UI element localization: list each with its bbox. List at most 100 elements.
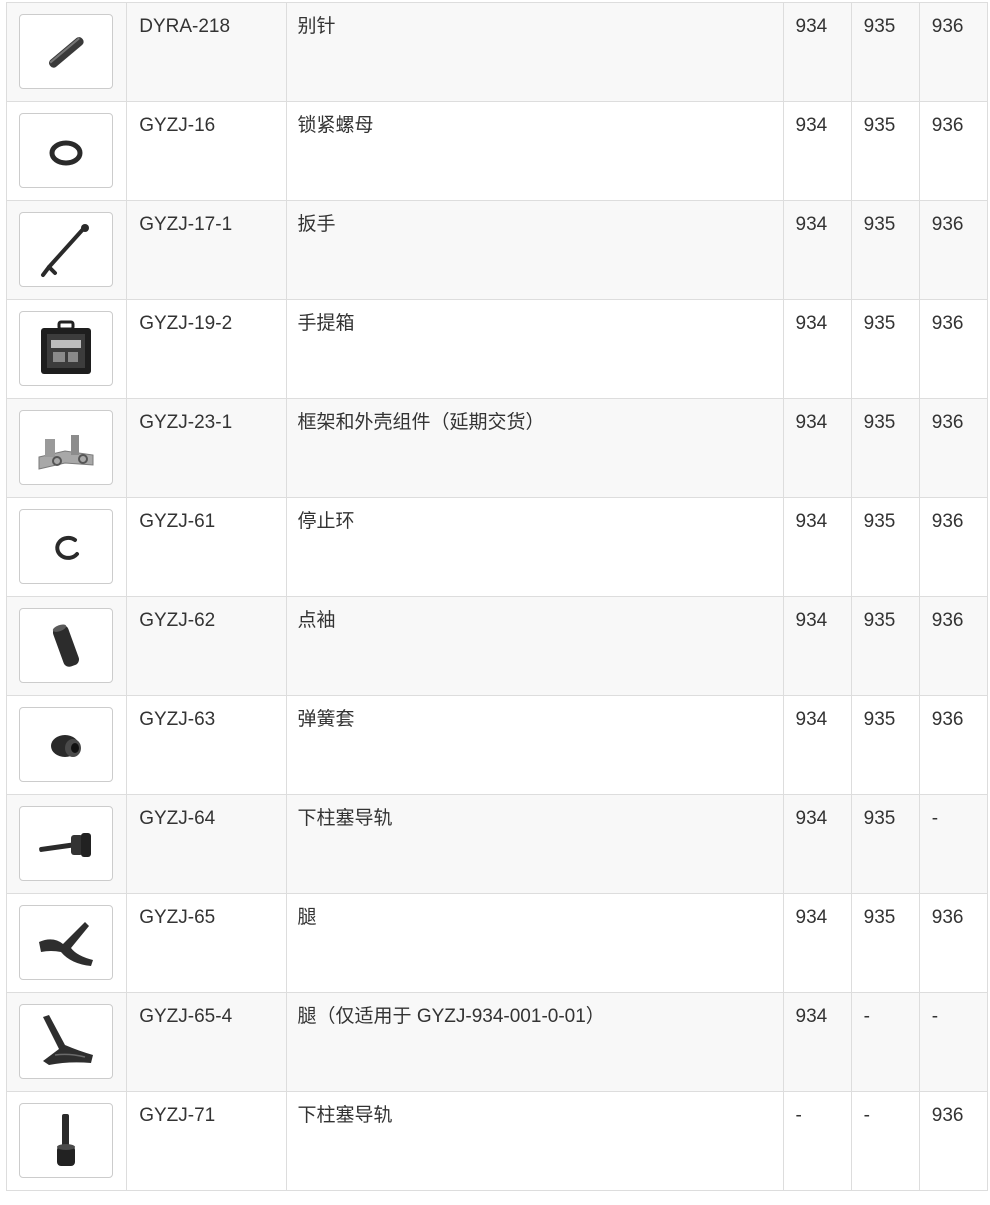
model-936-cell: - [918, 794, 989, 894]
model-936-value: 936 [931, 412, 964, 433]
model-934-value: 934 [795, 313, 828, 334]
model-936-cell: 936 [918, 398, 989, 498]
thumbnail-cell [5, 200, 128, 300]
part-name-cell: 腿（仅适用于 GYZJ-934-001-0-01） [285, 992, 784, 1092]
model-934-cell: - [782, 1091, 852, 1191]
part-name: 别针 [297, 16, 336, 37]
part-name-cell: 手提箱 [285, 299, 784, 399]
part-name-cell: 别针 [285, 2, 784, 102]
part-name-cell: 点袖 [285, 596, 784, 696]
part-code: GYZJ-16 [139, 115, 216, 136]
model-934-cell: 934 [782, 299, 852, 399]
part-code-cell: GYZJ-65-4 [126, 992, 287, 1092]
model-934-value: - [795, 1105, 802, 1126]
carry-case-icon [41, 320, 91, 374]
model-934-cell: 934 [782, 893, 852, 993]
part-code-cell: GYZJ-71 [126, 1091, 287, 1191]
model-936-value: - [931, 1006, 939, 1027]
thumbnail-cell [5, 893, 128, 993]
plunger-guide-icon [39, 832, 91, 857]
model-935-cell: 935 [850, 596, 920, 696]
part-name: 锁紧螺母 [297, 115, 374, 136]
part-thumbnail[interactable] [19, 806, 113, 881]
part-code: GYZJ-19-2 [139, 313, 233, 334]
table-row: GYZJ-16 锁紧螺母 934 935 936 [5, 101, 989, 201]
model-935-cell: 935 [850, 398, 920, 498]
model-934-cell: 934 [782, 497, 852, 597]
model-934-value: 934 [795, 214, 828, 235]
lock-nut-icon [49, 140, 83, 165]
model-936-cell: 936 [918, 1091, 989, 1191]
thumbnail-cell [5, 2, 128, 102]
parts-table-body: DYRA-218 别针 934 935 936 GYZJ-16 锁紧螺母 934… [5, 2, 989, 1191]
part-code-cell: GYZJ-65 [126, 893, 287, 993]
model-934-value: 934 [795, 412, 828, 433]
part-thumbnail[interactable] [19, 608, 113, 683]
model-935-value: 935 [863, 808, 896, 829]
thumbnail-cell [5, 794, 128, 894]
model-935-value: 935 [863, 214, 896, 235]
thumbnail-cell [5, 299, 128, 399]
part-thumbnail[interactable] [19, 1103, 113, 1178]
model-936-value: 936 [931, 511, 964, 532]
part-name: 扳手 [297, 214, 336, 235]
model-935-cell: 935 [850, 200, 920, 300]
part-thumbnail[interactable] [19, 14, 113, 89]
thumbnail-cell [5, 596, 128, 696]
model-935-cell: 935 [850, 101, 920, 201]
model-935-value: 935 [863, 412, 896, 433]
part-thumbnail[interactable] [19, 1004, 113, 1079]
plunger-guide-vertical-icon [57, 1113, 75, 1166]
part-thumbnail[interactable] [19, 311, 113, 386]
model-936-value: 936 [931, 16, 964, 37]
model-935-value: 935 [863, 511, 896, 532]
model-936-value: 936 [931, 1105, 964, 1126]
model-936-value: 936 [931, 709, 964, 730]
part-name: 手提箱 [297, 313, 355, 334]
part-name: 腿（仅适用于 GYZJ-934-001-0-01） [297, 1006, 605, 1027]
model-936-cell: 936 [918, 497, 989, 597]
table-row: GYZJ-65 腿 934 935 936 [5, 893, 989, 993]
pin-icon [48, 36, 84, 68]
table-row: GYZJ-63 弹簧套 934 935 936 [5, 695, 989, 795]
model-934-value: 934 [795, 808, 828, 829]
model-934-value: 934 [795, 16, 828, 37]
part-thumbnail[interactable] [19, 212, 113, 287]
part-thumbnail[interactable] [19, 410, 113, 485]
model-935-value: 935 [863, 709, 896, 730]
part-thumbnail[interactable] [19, 113, 113, 188]
model-934-value: 934 [795, 511, 828, 532]
table-row: GYZJ-61 停止环 934 935 936 [5, 497, 989, 597]
model-935-cell: 935 [850, 893, 920, 993]
spring-sleeve-icon [51, 734, 81, 757]
part-thumbnail[interactable] [19, 509, 113, 584]
table-row: GYZJ-64 下柱塞导轨 934 935 - [5, 794, 989, 894]
table-row: DYRA-218 别针 934 935 936 [5, 2, 989, 102]
model-934-cell: 934 [782, 794, 852, 894]
leg-icon [39, 921, 93, 966]
model-936-cell: - [918, 992, 989, 1092]
model-936-value: 936 [931, 610, 964, 631]
model-934-cell: 934 [782, 596, 852, 696]
part-name-cell: 下柱塞导轨 [285, 1091, 784, 1191]
part-thumbnail[interactable] [19, 707, 113, 782]
model-935-cell: 935 [850, 695, 920, 795]
part-code: GYZJ-61 [139, 511, 216, 532]
part-thumbnail[interactable] [19, 905, 113, 980]
model-934-value: 934 [795, 709, 828, 730]
part-name-cell: 弹簧套 [285, 695, 784, 795]
part-code: GYZJ-23-1 [139, 412, 233, 433]
model-934-value: 934 [795, 115, 828, 136]
model-934-cell: 934 [782, 2, 852, 102]
part-name: 下柱塞导轨 [297, 808, 393, 829]
part-name-cell: 停止环 [285, 497, 784, 597]
thumbnail-cell [5, 101, 128, 201]
model-934-value: 934 [795, 1006, 828, 1027]
part-name: 腿 [297, 907, 317, 928]
model-936-value: 936 [931, 115, 964, 136]
model-935-cell: 935 [850, 794, 920, 894]
model-936-cell: 936 [918, 101, 989, 201]
model-934-value: 934 [795, 907, 828, 928]
thumbnail-cell [5, 695, 128, 795]
model-934-cell: 934 [782, 200, 852, 300]
